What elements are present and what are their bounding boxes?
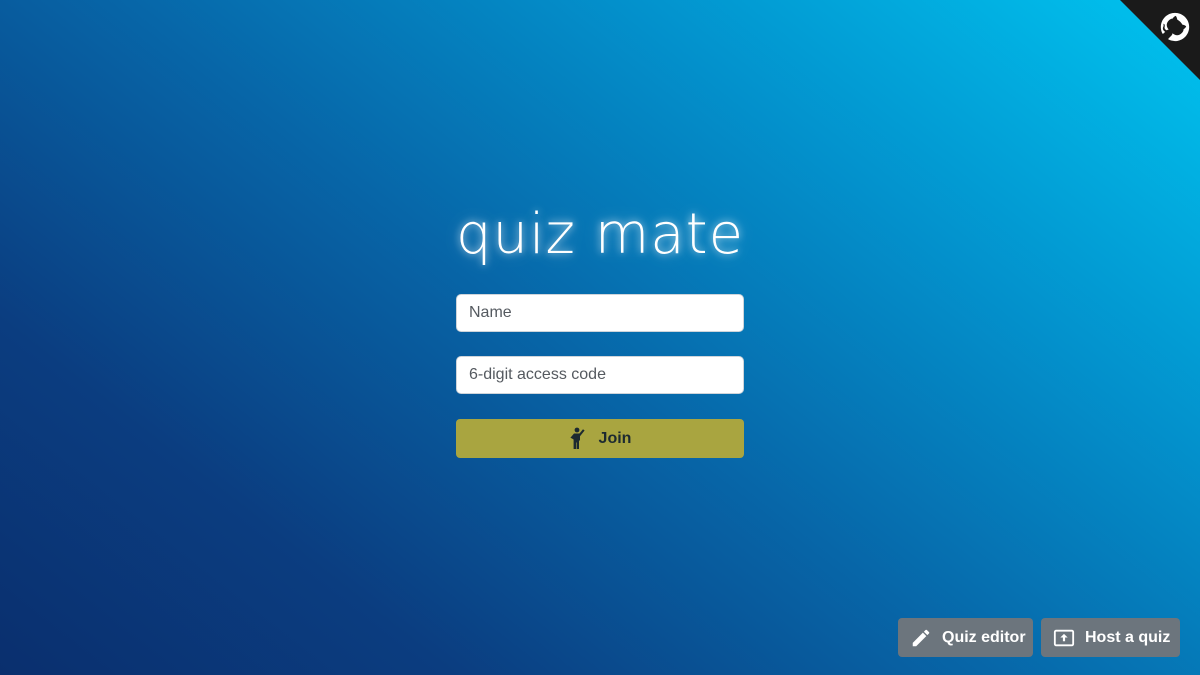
access-code-input[interactable] — [456, 356, 744, 394]
pencil-icon — [912, 629, 930, 646]
quiz-editor-button[interactable]: Quiz editor — [898, 618, 1033, 657]
person-waving-icon — [569, 427, 585, 449]
name-input[interactable] — [456, 294, 744, 332]
join-button[interactable]: Join — [456, 419, 744, 458]
host-quiz-label: Host a quiz — [1085, 628, 1171, 646]
present-upload-icon — [1053, 629, 1075, 646]
join-panel: quiz mate Join — [456, 200, 744, 458]
app-logo: quiz mate — [455, 202, 745, 267]
host-quiz-button[interactable]: Host a quiz — [1041, 618, 1180, 657]
quiz-editor-label: Quiz editor — [942, 628, 1026, 646]
join-label: Join — [598, 429, 632, 447]
github-corner-link[interactable] — [1120, 0, 1200, 80]
github-octocat-icon — [1160, 12, 1190, 42]
